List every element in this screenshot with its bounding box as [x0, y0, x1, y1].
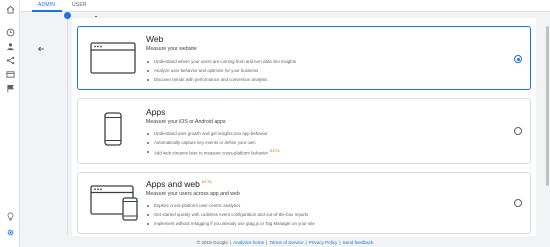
option-subtitle: Measure your website — [146, 46, 197, 52]
page-scrollbar[interactable] — [545, 12, 550, 247]
option-bullet: Analyze user behavior and optimize for y… — [146, 66, 296, 75]
clock-icon[interactable] — [4, 26, 16, 38]
phone-icon — [104, 112, 122, 146]
option-subtitle: Measure your iOS or Android apps — [146, 119, 226, 125]
tab-admin[interactable]: ADMIN — [38, 2, 55, 8]
option-bullet: Understand user growth and get insights … — [146, 129, 280, 138]
option-bullet-list: Understand where your users are coming f… — [146, 57, 296, 84]
option-apps-and-web[interactable]: Apps and web BETA Measure your users acro… — [77, 172, 531, 234]
option-bullet-list: Explore cross-platform user-centric anal… — [146, 201, 315, 228]
footer-copyright: © 2019 Google — [196, 240, 228, 245]
admin-user-tabbar: ADMIN USER — [20, 0, 550, 12]
flag-icon[interactable] — [4, 82, 16, 94]
option-bullet: Get started quickly with codeless event … — [146, 210, 315, 219]
browser-and-phone-icon — [90, 185, 138, 221]
option-bullet: Explore cross-platform user-centric anal… — [146, 201, 315, 210]
radio-web[interactable] — [514, 55, 522, 63]
option-bullet-list: Understand user growth and get insights … — [146, 129, 280, 156]
radio-apps[interactable] — [514, 127, 522, 135]
browser-window-icon — [90, 42, 136, 74]
footer-link-analytics-home[interactable]: Analytics home — [233, 240, 264, 245]
share-icon[interactable] — [4, 54, 16, 66]
beta-badge: BETA — [269, 149, 280, 153]
stepper-line — [67, 14, 68, 234]
option-apps[interactable]: Apps Measure your iOS or Android apps Un… — [77, 98, 531, 164]
option-title: Apps — [146, 107, 166, 117]
home-icon[interactable] — [4, 3, 16, 15]
footer: © 2019 Google | Analytics home | Terms of Se… — [196, 240, 374, 245]
option-web[interactable]: Web Measure your website Understand wher… — [77, 26, 531, 90]
footer-link-terms[interactable]: Terms of Service — [269, 240, 303, 245]
option-bullet: Add web streams later to measure cross-p… — [146, 147, 280, 156]
back-button[interactable] — [36, 44, 46, 54]
option-title: Web — [146, 34, 164, 44]
footer-link-privacy[interactable]: Privacy Policy — [309, 240, 338, 245]
option-title: Apps and web BETA — [146, 179, 212, 189]
option-bullet: Discover trends with performance and con… — [146, 75, 296, 84]
option-bullet: Understand where your users are coming f… — [146, 57, 296, 66]
lightbulb-icon[interactable] — [4, 210, 16, 222]
footer-link-feedback[interactable]: Send feedback — [343, 240, 374, 245]
arrow-back-icon — [37, 46, 44, 52]
stepper-marker — [95, 16, 97, 17]
beta-badge: BETA — [201, 180, 212, 185]
table-icon[interactable] — [4, 68, 16, 80]
option-bullet: Implement without retagging if you alrea… — [146, 219, 315, 228]
active-tab-indicator — [32, 10, 62, 12]
option-subtitle: Measure your users across app and web — [146, 191, 240, 197]
tab-user[interactable]: USER — [72, 2, 87, 8]
gear-icon[interactable] — [4, 226, 16, 238]
stepper-node — [64, 12, 71, 19]
radio-apps-and-web[interactable] — [514, 199, 522, 207]
left-navigation-rail — [0, 0, 20, 247]
option-bullet: Automatically capture key events or defi… — [146, 138, 280, 147]
person-icon[interactable] — [4, 40, 16, 52]
scrollbar-thumb[interactable] — [546, 26, 549, 186]
